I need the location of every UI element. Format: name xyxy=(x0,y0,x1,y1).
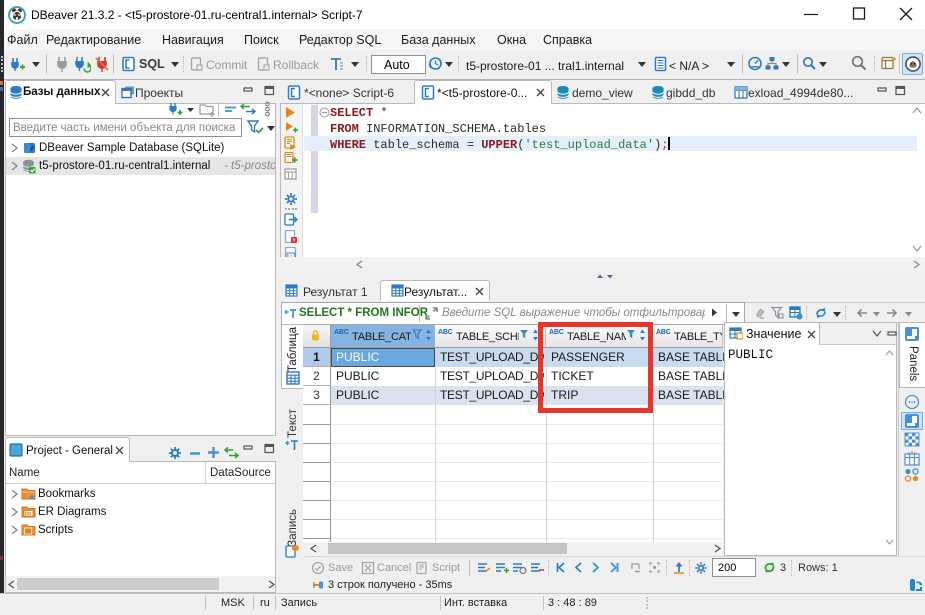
svg-text:DB: DB xyxy=(25,511,32,516)
